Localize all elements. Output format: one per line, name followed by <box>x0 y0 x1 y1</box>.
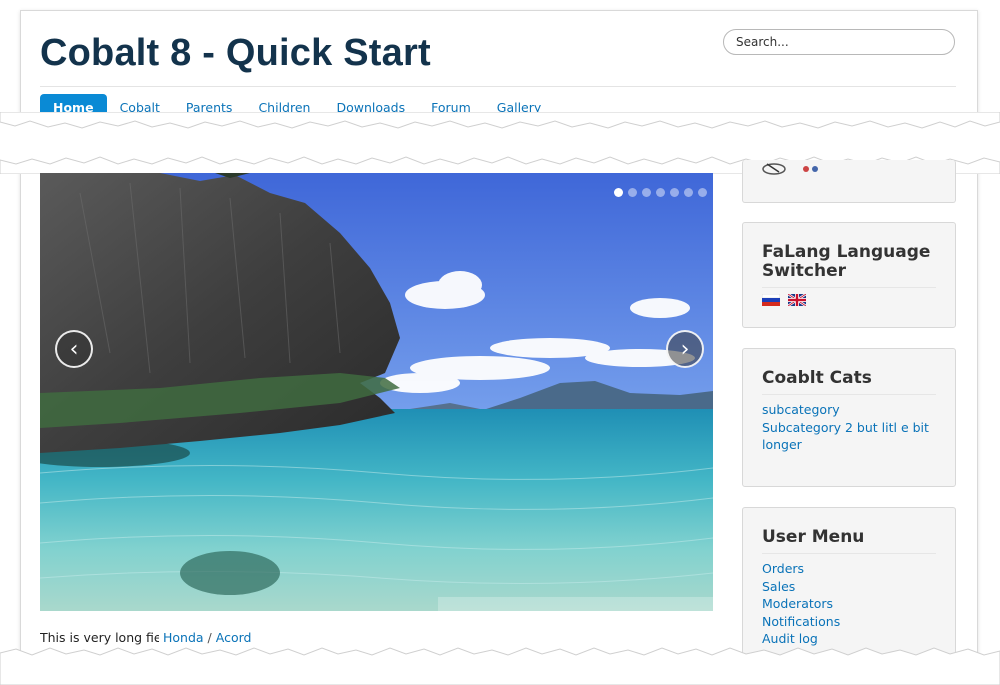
box-divider <box>762 553 936 554</box>
cats-link-subcategory-2[interactable]: Subcategory 2 but litl e bit longer <box>762 419 936 454</box>
slider-dot[interactable] <box>670 188 679 197</box>
flag-uk-icon[interactable] <box>788 294 806 306</box>
language-switcher-title: FaLang Language Switcher <box>762 242 931 281</box>
next-slide-button[interactable]: › <box>666 330 704 368</box>
user-menu-sales[interactable]: Sales <box>762 578 936 596</box>
user-menu-title: User Menu <box>762 527 865 547</box>
sidebar-social-box <box>742 160 956 203</box>
prev-slide-button[interactable]: ‹ <box>55 330 93 368</box>
site-title[interactable]: Cobalt 8 - Quick Start <box>40 32 431 75</box>
slider-dot[interactable] <box>614 188 623 197</box>
image-slider[interactable]: ‹ › <box>40 173 713 611</box>
cats-box: Coablt Cats subcategory Subcategory 2 bu… <box>742 348 956 487</box>
item-caption: This is very long field Honda / Acord <box>40 630 251 645</box>
box-divider <box>762 394 936 395</box>
language-switcher-box: FaLang Language Switcher <box>742 222 956 328</box>
slider-dot[interactable] <box>698 188 707 197</box>
slider-pagination <box>614 188 707 197</box>
flag-russia-icon[interactable] <box>762 294 780 306</box>
slider-dot[interactable] <box>642 188 651 197</box>
social-icon-2[interactable] <box>801 162 821 174</box>
social-icon[interactable] <box>761 160 787 175</box>
slider-dot[interactable] <box>628 188 637 197</box>
header-divider <box>40 86 956 87</box>
search-input[interactable] <box>723 29 955 55</box>
language-flags <box>762 294 936 306</box>
caption-text: This is very long field <box>40 630 159 645</box>
slider-dot[interactable] <box>656 188 665 197</box>
link-acord[interactable]: Acord <box>216 630 252 645</box>
slide-image <box>40 173 713 611</box>
slider-dot[interactable] <box>684 188 693 197</box>
cats-link-subcategory[interactable]: subcategory <box>762 401 936 419</box>
cats-title: Coablt Cats <box>762 368 872 388</box>
link-separator: / <box>207 630 212 645</box>
link-honda[interactable]: Honda <box>163 630 204 645</box>
user-menu-audit-log[interactable]: Audit log <box>762 630 936 648</box>
user-menu-moderators[interactable]: Moderators <box>762 595 936 613</box>
box-divider <box>762 287 936 288</box>
user-menu-orders[interactable]: Orders <box>762 560 936 578</box>
user-menu-notifications[interactable]: Notifications <box>762 613 936 631</box>
user-menu-box: User Menu Orders Sales Moderators Notifi… <box>742 507 956 657</box>
